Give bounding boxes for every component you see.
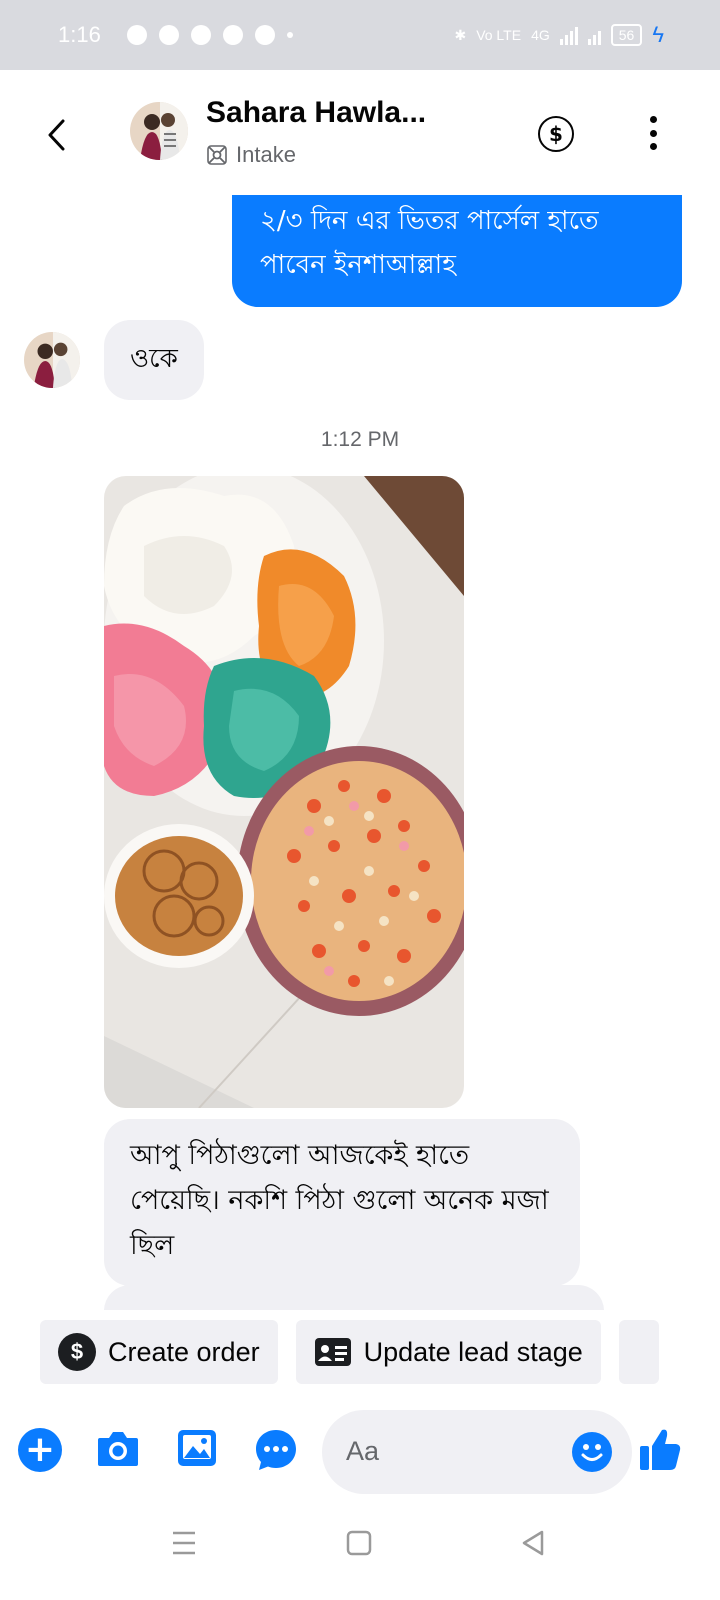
intake-icon	[207, 145, 227, 165]
shared-photo[interactable]	[104, 476, 464, 1108]
chevron-left-icon[interactable]	[42, 115, 70, 155]
dollar-icon: $	[58, 1333, 96, 1371]
outgoing-message-bubble[interactable]: ২/৩ দিন এর ভিতর পার্সেল হাতে পাবেন ইনশাআ…	[232, 195, 682, 307]
chat-more-icon[interactable]	[254, 1428, 298, 1472]
data-type-label: 4G	[531, 27, 550, 43]
back-nav-icon[interactable]	[520, 1530, 546, 1560]
update-lead-stage-label: Update lead stage	[363, 1336, 583, 1367]
incoming-message-bubble-2[interactable]: আপু পিঠাগুলো আজকেই হাতে পেয়েছি। নকশি পি…	[104, 1119, 580, 1286]
create-order-button[interactable]: $ Create order	[40, 1320, 278, 1384]
more-vertical-icon[interactable]	[648, 116, 658, 150]
message-timestamp: 1:12 PM	[320, 428, 400, 451]
contact-name[interactable]: Sahara Hawla...	[206, 96, 426, 130]
incoming-message-bubble[interactable]: ওকে	[104, 320, 204, 400]
plus-icon[interactable]: +	[18, 1428, 62, 1472]
contact-avatar[interactable]	[130, 102, 188, 160]
dollar-circle-icon[interactable]: $	[538, 116, 574, 152]
quick-actions-bar: $ Create order Update lead stage	[0, 1312, 720, 1392]
app-notification-icon	[222, 25, 243, 45]
battery-icon: 56	[610, 24, 643, 46]
chat-header: Sahara Hawla... Intake $	[0, 70, 720, 200]
incoming-message-bubble-partial[interactable]	[104, 1285, 604, 1310]
messenger-notification-icon-2	[190, 25, 211, 45]
facebook-notification-icon-2	[254, 25, 275, 45]
message-composer: + Aa	[0, 1400, 720, 1500]
messenger-notification-icon	[126, 25, 147, 45]
create-order-label: Create order	[108, 1336, 260, 1367]
more-notifications-dot	[286, 32, 293, 38]
charging-icon: ϟ	[652, 22, 664, 47]
home-icon[interactable]	[346, 1530, 372, 1560]
message-input-placeholder: Aa	[346, 1436, 380, 1466]
status-bar: 1:16 ✱ Vo LTE 4G 56 ϟ	[0, 0, 720, 70]
message-list[interactable]: ২/৩ দিন এর ভিতর পার্সেল হাতে পাবেন ইনশাআ…	[0, 195, 720, 1310]
message-input[interactable]: Aa	[322, 1410, 632, 1494]
more-actions-chip[interactable]	[618, 1320, 659, 1384]
bluetooth-icon: ✱	[454, 26, 467, 43]
emoji-icon[interactable]	[572, 1432, 612, 1472]
thumbs-up-icon[interactable]	[638, 1426, 682, 1472]
facebook-notification-icon	[158, 25, 179, 45]
status-time: 1:16	[58, 22, 101, 47]
lead-stage-label[interactable]: Intake	[206, 142, 296, 168]
volte-label: Vo LTE	[476, 27, 522, 43]
sender-avatar[interactable]	[24, 332, 80, 388]
recents-icon[interactable]	[172, 1530, 196, 1560]
signal-icon	[559, 25, 578, 45]
lead-stage-text: Intake	[236, 142, 296, 167]
signal-icon-2	[587, 25, 601, 45]
camera-icon[interactable]	[96, 1428, 140, 1468]
system-nav-bar	[0, 1500, 720, 1600]
update-lead-stage-button[interactable]: Update lead stage	[295, 1320, 601, 1384]
contact-card-icon	[314, 1338, 351, 1366]
gallery-icon[interactable]	[176, 1428, 218, 1468]
